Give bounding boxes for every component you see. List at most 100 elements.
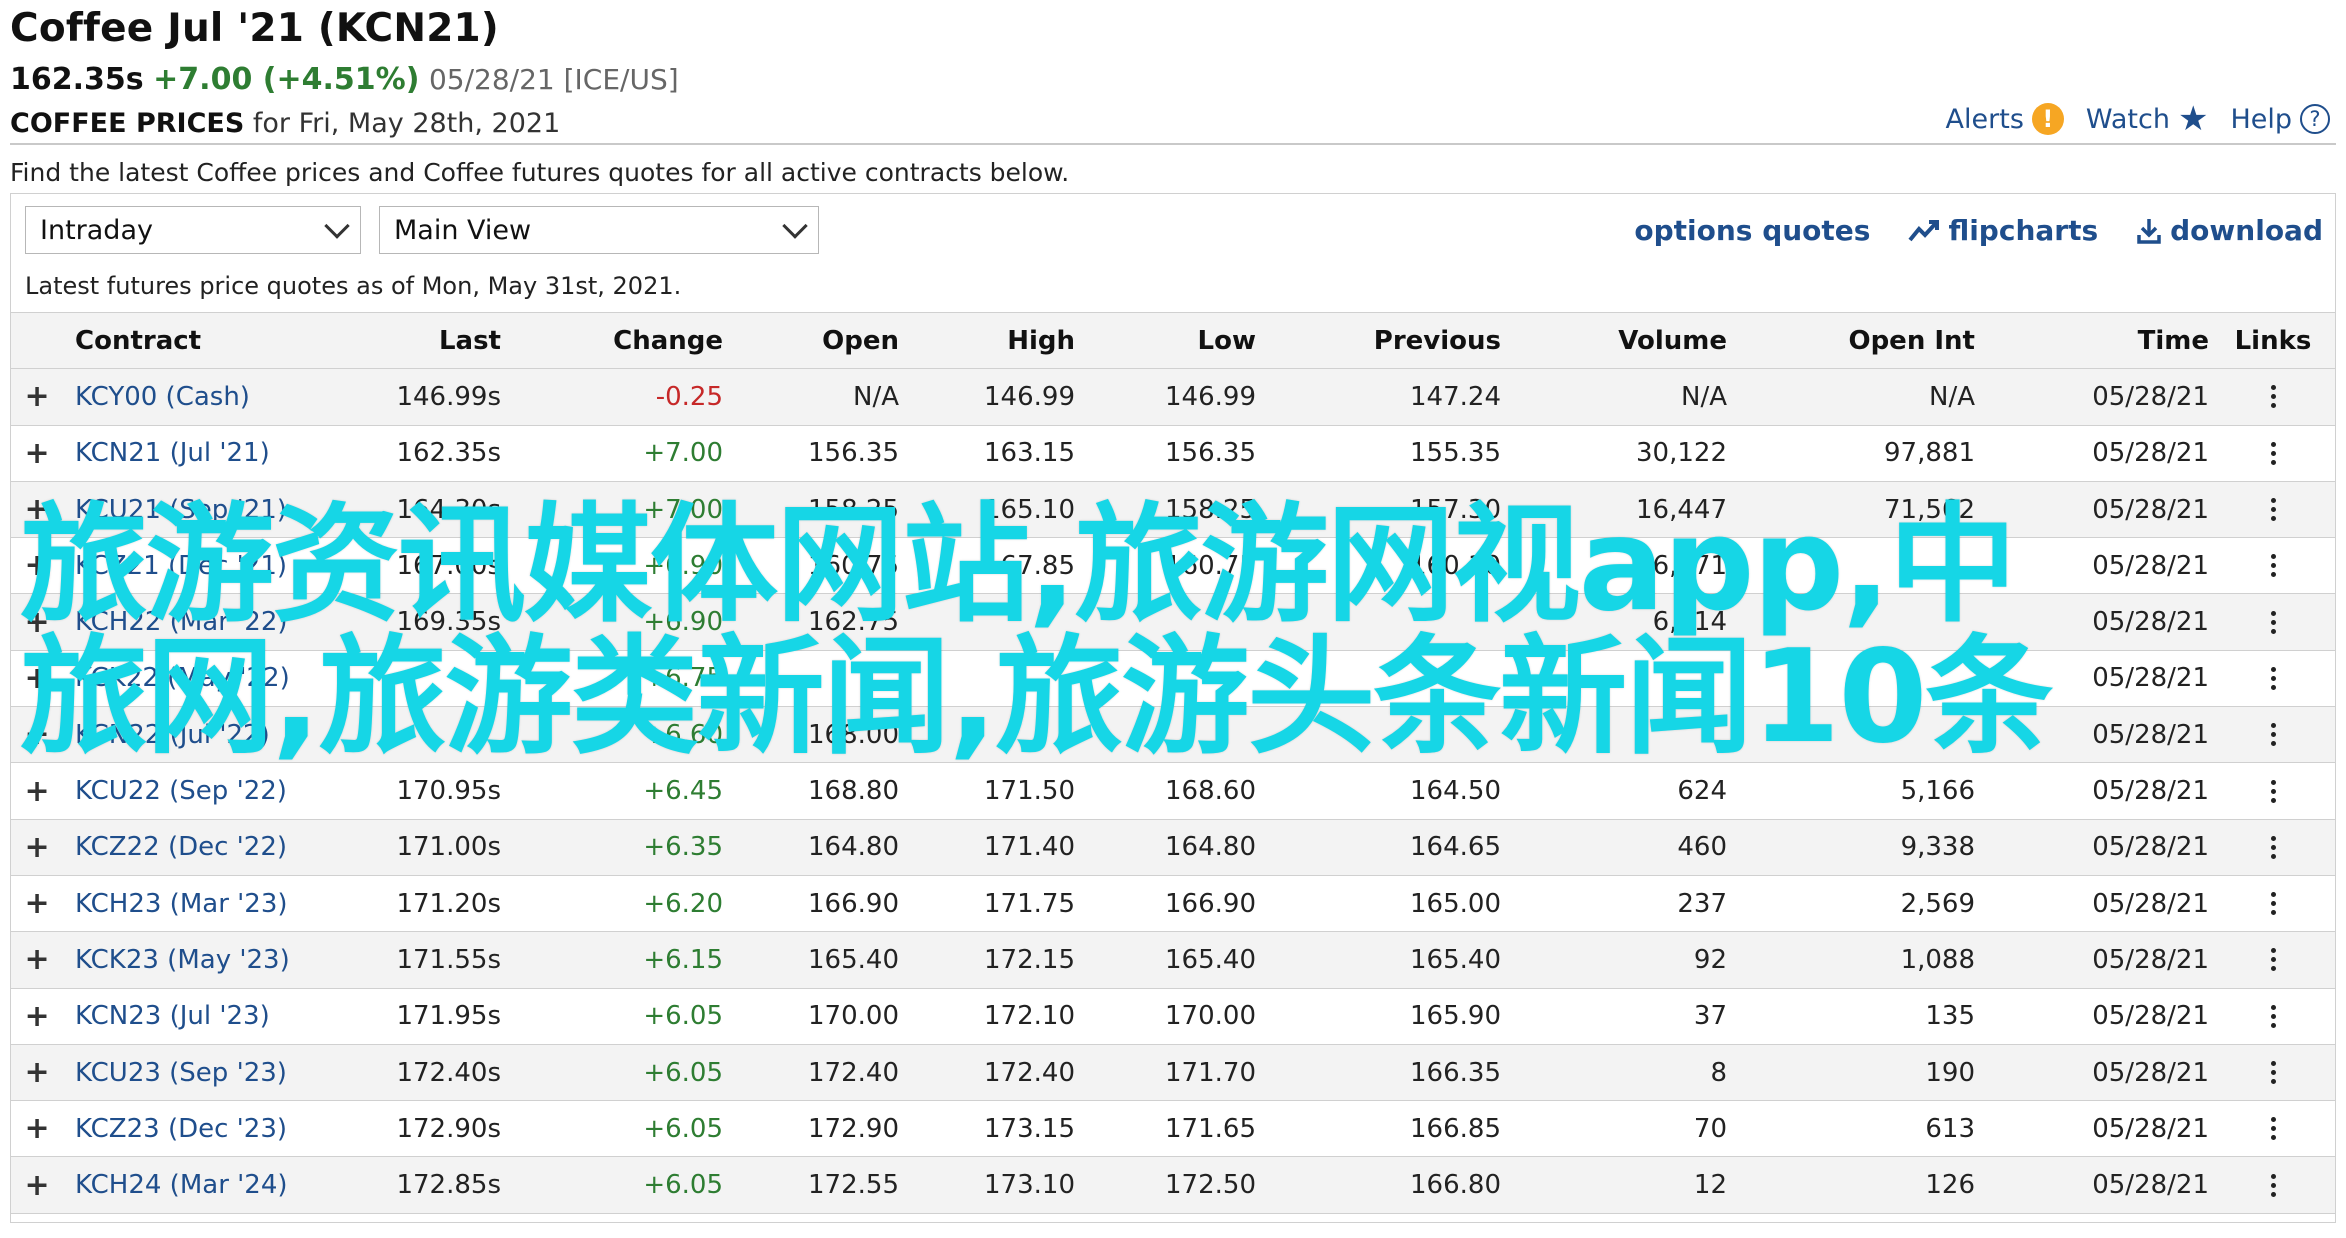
cell-change: +6.05 xyxy=(643,1057,723,1088)
plus-icon[interactable]: + xyxy=(24,876,49,931)
kebab-menu-icon[interactable] xyxy=(2233,932,2313,987)
flipcharts-link[interactable]: flipcharts xyxy=(1908,214,2098,247)
cell-volume: N/A xyxy=(1681,381,1727,412)
kebab-menu-icon[interactable] xyxy=(2233,1045,2313,1100)
contract-link[interactable]: KCN21 (Jul '21) xyxy=(75,426,270,481)
period-select-value: Intraday xyxy=(40,214,153,246)
cell-volume: 92 xyxy=(1693,944,1727,975)
kebab-menu-icon[interactable] xyxy=(2233,482,2313,537)
cell-time: 05/28/21 xyxy=(2092,607,2209,638)
cell-high: 173.10 xyxy=(984,1170,1075,1201)
cell-time: 05/28/21 xyxy=(2092,381,2209,412)
cell-last: 171.00s xyxy=(396,832,501,863)
header-divider xyxy=(10,143,2336,145)
kebab-menu-icon[interactable] xyxy=(2233,594,2313,649)
cell-last: 171.55s xyxy=(396,944,501,975)
cell-open: 166.90 xyxy=(808,888,899,919)
kebab-menu-icon[interactable] xyxy=(2233,1157,2313,1212)
period-select[interactable]: Intraday xyxy=(25,206,361,254)
kebab-menu-icon[interactable] xyxy=(2233,707,2313,762)
cell-volume: 12 xyxy=(1693,1170,1727,1201)
cell-previous: 165.00 xyxy=(1410,888,1501,919)
col-last[interactable]: Last xyxy=(439,313,501,368)
cell-previous: 166.85 xyxy=(1410,1113,1501,1144)
view-select-value: Main View xyxy=(394,214,532,246)
cell-open-int: 126 xyxy=(1925,1170,1975,1201)
kebab-menu-icon[interactable] xyxy=(2233,426,2313,481)
col-change[interactable]: Change xyxy=(613,313,723,368)
cell-volume: 460 xyxy=(1677,832,1727,863)
cell-open: 172.90 xyxy=(808,1113,899,1144)
contract-link[interactable]: KCN23 (Jul '23) xyxy=(75,989,270,1044)
cell-time: 05/28/21 xyxy=(2092,494,2209,525)
cell-last: 172.85s xyxy=(396,1170,501,1201)
cell-time: 05/28/21 xyxy=(2092,1170,2209,1201)
alert-icon: ! xyxy=(2031,103,2064,135)
cell-high: 172.10 xyxy=(984,1001,1075,1032)
cell-open-int: N/A xyxy=(1929,381,1975,412)
cell-high: 146.99 xyxy=(984,381,1075,412)
help-link[interactable]: Help ? xyxy=(2230,104,2330,135)
plus-icon[interactable]: + xyxy=(24,1101,49,1156)
cell-previous: 164.65 xyxy=(1410,832,1501,863)
cell-open-int: 1,088 xyxy=(1900,944,1975,975)
col-open[interactable]: Open xyxy=(822,313,899,368)
contract-link[interactable]: KCZ23 (Dec '23) xyxy=(75,1101,287,1156)
col-open-int[interactable]: Open Int xyxy=(1848,313,1975,368)
contract-link[interactable]: KCH24 (Mar '24) xyxy=(75,1157,288,1212)
kebab-menu-icon[interactable] xyxy=(2233,538,2313,593)
contract-link[interactable]: KCK23 (May '23) xyxy=(75,932,290,987)
kebab-menu-icon[interactable] xyxy=(2233,763,2313,818)
section-title: COFFEE PRICES xyxy=(10,108,245,139)
cell-open-int: 190 xyxy=(1925,1057,1975,1088)
page-description: Find the latest Coffee prices and Coffee… xyxy=(10,158,1070,187)
cell-open-int: 97,881 xyxy=(1884,438,1975,469)
contract-link[interactable]: KCU23 (Sep '23) xyxy=(75,1045,287,1100)
plus-icon[interactable]: + xyxy=(24,1157,49,1212)
quote-date-exchange: 05/28/21 [ICE/US] xyxy=(428,63,679,96)
cell-volume: 237 xyxy=(1677,888,1727,919)
view-select[interactable]: Main View xyxy=(379,206,819,254)
watch-link[interactable]: Watch ★ xyxy=(2086,102,2209,136)
options-quotes-link[interactable]: options quotes xyxy=(1634,214,1870,247)
section-date: for Fri, May 28th, 2021 xyxy=(252,108,561,139)
cell-volume: 37 xyxy=(1693,1001,1727,1032)
as-of-text: Latest futures price quotes as of Mon, M… xyxy=(25,272,682,300)
plus-icon[interactable]: + xyxy=(24,932,49,987)
col-previous[interactable]: Previous xyxy=(1374,313,1501,368)
col-high[interactable]: High xyxy=(1007,313,1075,368)
alerts-link[interactable]: Alerts ! xyxy=(1946,103,2064,135)
plus-icon[interactable]: + xyxy=(24,1045,49,1100)
contract-link[interactable]: KCY00 (Cash) xyxy=(75,369,250,424)
cell-change: +7.00 xyxy=(643,438,723,469)
contract-link[interactable]: KCZ22 (Dec '22) xyxy=(75,820,287,875)
contract-link[interactable]: KCH23 (Mar '23) xyxy=(75,876,288,931)
kebab-menu-icon[interactable] xyxy=(2233,651,2313,706)
cell-low: 164.80 xyxy=(1165,832,1256,863)
cell-low: 156.35 xyxy=(1165,438,1256,469)
plus-icon[interactable]: + xyxy=(24,426,49,481)
kebab-menu-icon[interactable] xyxy=(2233,369,2313,424)
plus-icon[interactable]: + xyxy=(24,820,49,875)
cell-change: +6.20 xyxy=(643,888,723,919)
kebab-menu-icon[interactable] xyxy=(2233,1101,2313,1156)
cell-previous: 166.80 xyxy=(1410,1170,1501,1201)
cell-last: 162.35s xyxy=(396,438,501,469)
cell-last: 172.90s xyxy=(396,1113,501,1144)
cell-change: +6.05 xyxy=(643,1113,723,1144)
cell-previous: 155.35 xyxy=(1410,438,1501,469)
table-row: + KCN21 (Jul '21) 162.35s +7.00 156.35 163.15… xyxy=(11,426,2335,482)
kebab-menu-icon[interactable] xyxy=(2233,989,2313,1044)
download-link[interactable]: download xyxy=(2136,214,2323,247)
col-contract[interactable]: Contract xyxy=(75,313,201,368)
cell-change: +6.15 xyxy=(643,944,723,975)
plus-icon[interactable]: + xyxy=(24,989,49,1044)
cell-low: 166.90 xyxy=(1165,888,1256,919)
plus-icon[interactable]: + xyxy=(24,369,49,424)
col-time[interactable]: Time xyxy=(2138,313,2209,368)
kebab-menu-icon[interactable] xyxy=(2233,876,2313,931)
kebab-menu-icon[interactable] xyxy=(2233,820,2313,875)
col-volume[interactable]: Volume xyxy=(1618,313,1727,368)
col-low[interactable]: Low xyxy=(1198,313,1256,368)
cell-change: +6.05 xyxy=(643,1170,723,1201)
